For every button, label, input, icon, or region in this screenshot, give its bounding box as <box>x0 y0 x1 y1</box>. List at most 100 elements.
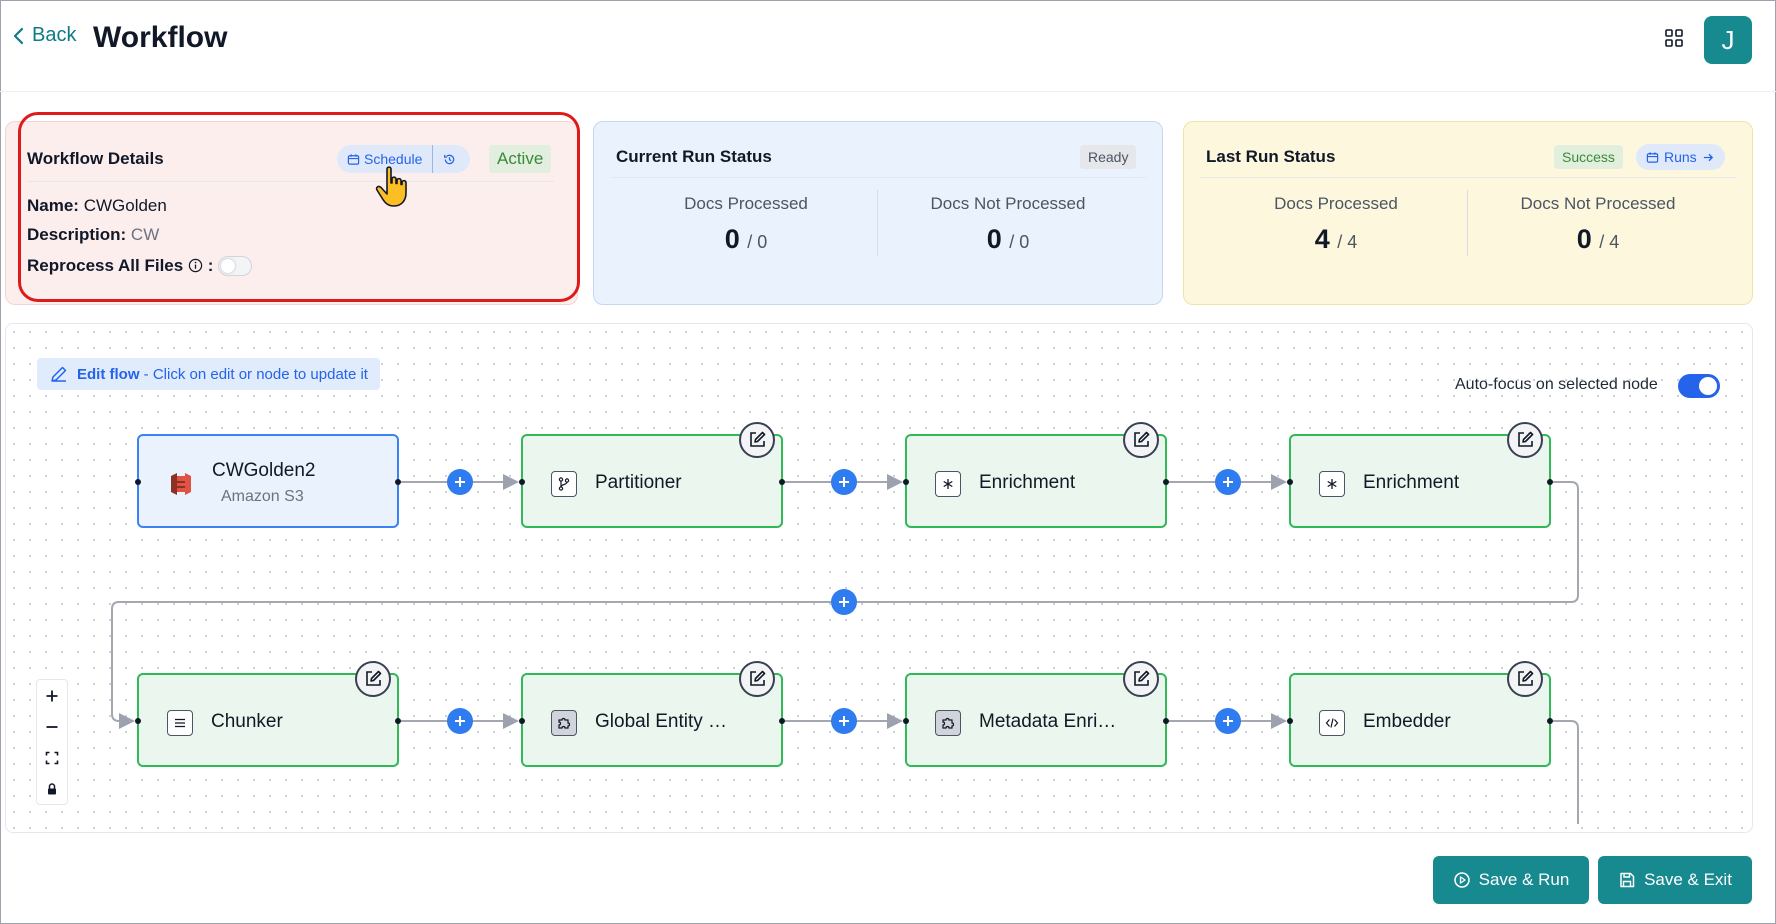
last-docs-not-processed: Docs Not Processed 0 / 4 <box>1468 194 1728 255</box>
edit-node-button[interactable] <box>1507 661 1543 697</box>
edit-square-icon <box>1518 670 1534 686</box>
save-and-run-label: Save & Run <box>1478 870 1570 889</box>
node-embedder[interactable]: Embedder <box>1287 661 1553 767</box>
schedule-history-button[interactable] <box>433 145 465 173</box>
asterisk-icon <box>935 471 961 497</box>
output-port[interactable] <box>395 479 401 485</box>
input-port[interactable] <box>903 718 909 724</box>
add-node-button[interactable] <box>447 708 473 734</box>
node-label: Embedder <box>1363 711 1451 732</box>
node-partitioner[interactable]: Partitioner <box>519 422 785 528</box>
add-node-button[interactable] <box>831 469 857 495</box>
plus-icon <box>455 716 465 726</box>
current-processed-value: 0 <box>724 224 740 254</box>
output-port[interactable] <box>1163 718 1169 724</box>
current-processed-total: / 0 <box>747 232 768 252</box>
current-run-divider <box>610 177 1146 178</box>
runs-label: Runs <box>1664 149 1697 165</box>
minus-icon <box>46 725 58 728</box>
node-enrichment-1[interactable]: Enrichment <box>903 422 1169 528</box>
node-chunker[interactable]: Chunker <box>135 661 401 767</box>
output-port[interactable] <box>1547 718 1553 724</box>
code-icon <box>1319 710 1345 736</box>
node-metadata-enrichment[interactable]: Metadata Enri… <box>903 661 1169 767</box>
edit-node-button[interactable] <box>1507 422 1543 458</box>
description-label: Description: <box>27 225 127 244</box>
description-row: Description: CW <box>27 225 159 245</box>
input-port[interactable] <box>135 718 141 724</box>
chevron-left-icon <box>13 27 24 44</box>
edit-node-button[interactable] <box>1123 661 1159 697</box>
back-label: Back <box>32 24 77 46</box>
output-port[interactable] <box>395 718 401 724</box>
apps-grid-icon[interactable] <box>1664 28 1684 48</box>
zoom-out-button[interactable] <box>37 711 67 742</box>
source-node-amazon-s3[interactable]: CWGolden2 Amazon S3 <box>135 434 401 528</box>
input-port[interactable] <box>903 479 909 485</box>
save-and-exit-button[interactable]: Save & Exit <box>1598 856 1752 904</box>
edit-node-button[interactable] <box>1123 422 1159 458</box>
reprocess-toggle[interactable] <box>218 256 252 276</box>
edit-node-button[interactable] <box>355 661 391 697</box>
edit-square-icon <box>1518 431 1534 447</box>
source-node-sub: Amazon S3 <box>221 488 304 505</box>
play-circle-icon <box>1453 872 1470 888</box>
ready-badge: Ready <box>1080 145 1137 169</box>
runs-button[interactable]: Runs <box>1636 144 1725 170</box>
lock-button[interactable] <box>37 773 67 804</box>
plus-icon <box>839 716 849 726</box>
info-icon[interactable] <box>188 258 203 273</box>
fit-view-button[interactable] <box>37 742 67 773</box>
zoom-in-button[interactable] <box>37 680 67 711</box>
node-label: Global Entity … <box>595 711 727 732</box>
add-node-button[interactable] <box>447 469 473 495</box>
avatar[interactable]: J <box>1704 16 1752 64</box>
edit-node-button[interactable] <box>739 422 775 458</box>
edit-node-button[interactable] <box>739 661 775 697</box>
details-divider <box>27 181 554 182</box>
back-button[interactable]: Back <box>12 24 76 47</box>
node-enrichment-2[interactable]: Enrichment <box>1287 422 1553 528</box>
add-node-button[interactable] <box>1215 469 1241 495</box>
last-processed-total: / 4 <box>1337 232 1358 252</box>
workflow-details-title: Workflow Details <box>27 149 164 168</box>
input-port[interactable] <box>519 479 525 485</box>
last-processed-value: 4 <box>1314 224 1330 254</box>
input-port[interactable] <box>1287 479 1293 485</box>
output-port[interactable] <box>779 479 785 485</box>
last-docs-processed: Docs Processed 4 / 4 <box>1206 194 1466 255</box>
plus-icon <box>839 477 849 487</box>
pencil-icon <box>51 366 67 382</box>
history-icon <box>443 154 455 164</box>
current-not-processed-total: / 0 <box>1009 232 1030 252</box>
edit-flow-hint: Edit flow - Click on edit or node to upd… <box>37 358 380 390</box>
node-label: Metadata Enri… <box>979 711 1117 732</box>
output-port[interactable] <box>779 718 785 724</box>
success-badge: Success <box>1554 145 1623 169</box>
source-node-label: CWGolden2 <box>212 460 316 481</box>
name-label: Name: <box>27 196 79 215</box>
last-not-processed-label: Docs Not Processed <box>1520 194 1676 213</box>
edit-flow-text: - Click on edit or node to update it <box>143 365 368 383</box>
node-global-entity[interactable]: Global Entity … <box>519 661 785 767</box>
plus-icon <box>1223 477 1233 487</box>
input-port[interactable] <box>135 479 141 485</box>
plus-icon <box>839 597 849 607</box>
last-not-processed-value: 0 <box>1576 224 1592 254</box>
status-badge: Active <box>489 145 552 173</box>
input-port[interactable] <box>519 718 525 724</box>
autofocus-toggle[interactable] <box>1678 374 1720 398</box>
last-run-divider <box>1200 177 1736 178</box>
add-node-button[interactable] <box>831 589 857 615</box>
save-and-run-button[interactable]: Save & Run <box>1433 856 1589 904</box>
zoom-controls <box>36 679 68 805</box>
current-run-title: Current Run Status <box>616 147 772 166</box>
current-not-processed-label: Docs Not Processed <box>930 194 1086 213</box>
input-port[interactable] <box>1287 718 1293 724</box>
add-node-button[interactable] <box>831 708 857 734</box>
edit-square-icon <box>1134 670 1150 686</box>
add-node-button[interactable] <box>1215 708 1241 734</box>
plus-icon <box>455 477 465 487</box>
output-port[interactable] <box>1547 479 1553 485</box>
output-port[interactable] <box>1163 479 1169 485</box>
